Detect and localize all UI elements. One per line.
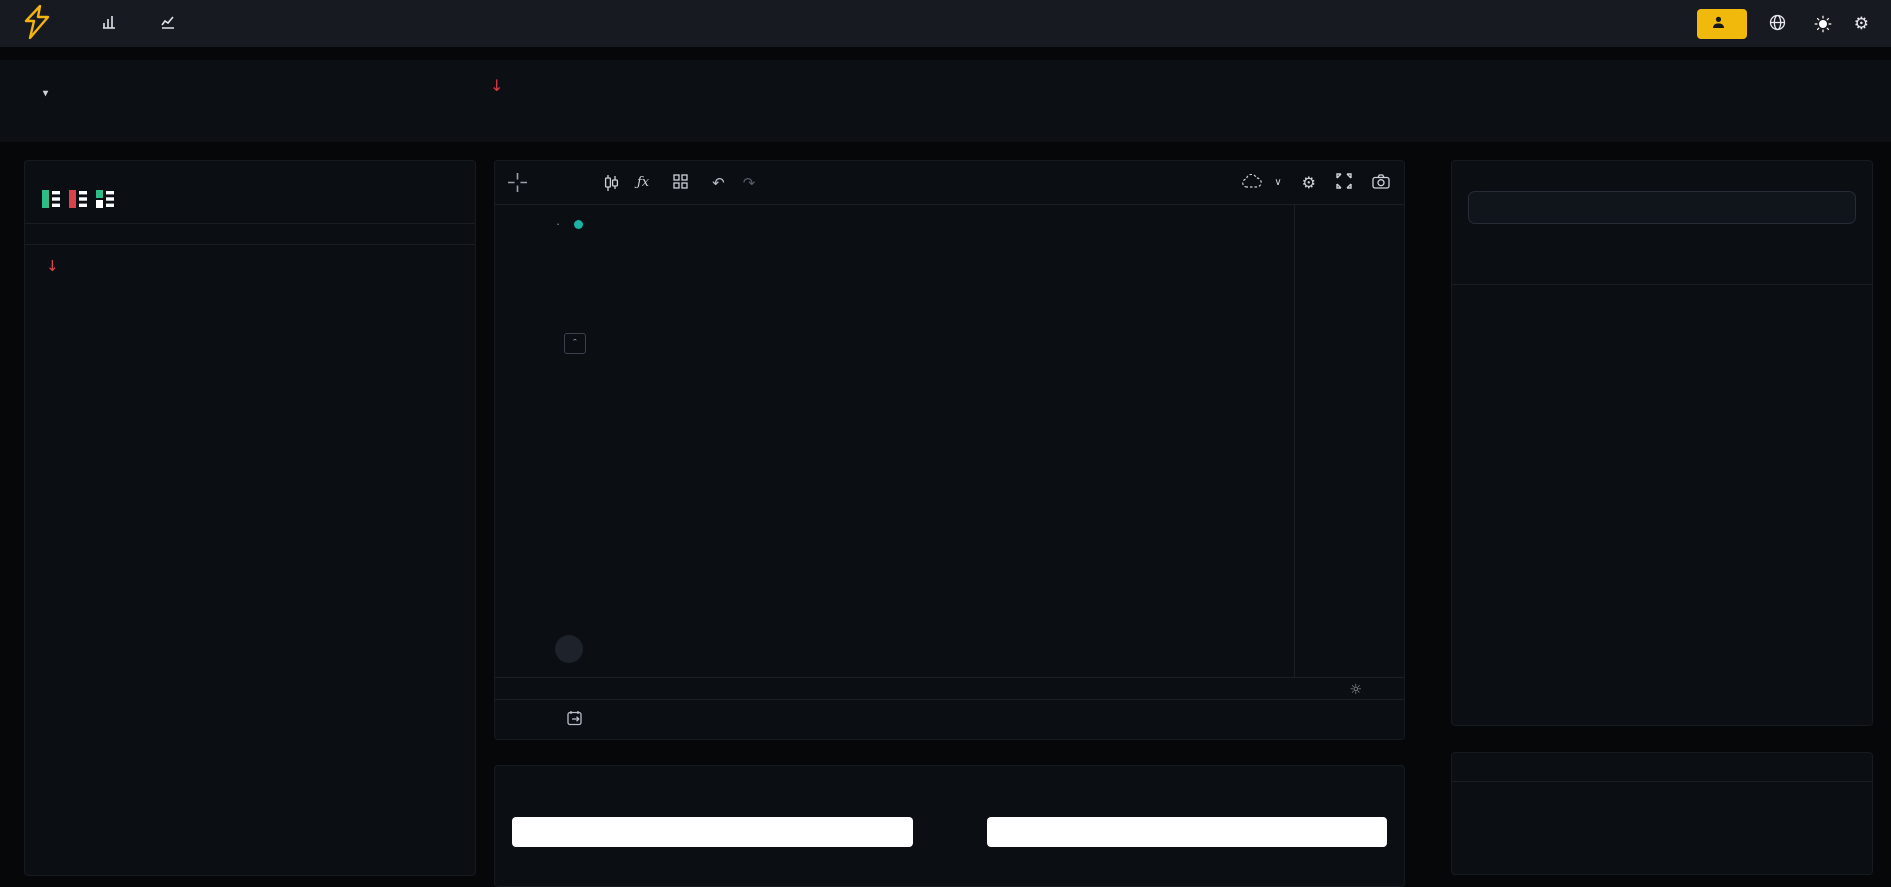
buy-total-input[interactable] [512,817,913,847]
redo-icon[interactable]: ↷ [743,174,756,192]
nav-exchange[interactable] [102,15,123,32]
view-buy-icon[interactable] [96,190,114,211]
chart-plot-area[interactable]: · ˆ [539,205,1294,677]
price-down-arrow-icon: ↓ [46,257,59,275]
theme-toggle-sun-icon[interactable] [1814,15,1832,33]
chart-bottom-bar [495,699,1404,739]
chart-settings-gear-icon[interactable]: ⚙ [1302,173,1316,192]
save-button[interactable]: ∨ [1242,174,1281,191]
drawing-toolbar [495,205,539,675]
timezone-sun-icon[interactable]: ☼ [1349,682,1362,698]
globe-icon [1769,14,1786,34]
market-trades-headers [1452,782,1872,822]
pane-collapse-button[interactable]: ˆ [564,333,586,354]
grid-icon [673,174,688,192]
order-book-panel: ↓ [24,160,476,876]
crosshair-icon[interactable] [507,173,527,193]
chevron-down-icon: ∨ [1274,177,1281,188]
indicators-button[interactable]: ƒx [637,175,655,190]
cloud-icon [1242,174,1262,191]
order-form-panel [494,765,1405,887]
nav-markets[interactable] [161,15,182,32]
chart-legend: · [549,217,1059,237]
templates-button[interactable] [673,174,694,192]
coin-list-panel [1451,160,1873,726]
chart-toolbar: ƒx ↶ ↷ ∨ ⚙ [495,161,1404,205]
chart-panel: ƒx ↶ ↷ ∨ ⚙ [494,160,1405,740]
market-trades-panel [1451,752,1873,875]
go-to-date-icon[interactable] [567,710,584,729]
top-nav: ⚙ [0,0,1891,47]
view-sell-icon[interactable] [69,190,87,211]
tradingview-logo[interactable] [555,635,583,663]
order-book-last-price: ↓ [25,245,475,285]
brand-logo[interactable] [22,5,60,42]
price-down-arrow-icon: ↓ [490,76,503,95]
person-icon [1712,16,1725,32]
camera-icon[interactable] [1372,174,1390,192]
chevron-down-icon: ▾ [43,88,48,99]
line-chart-icon [161,15,175,32]
settings-gear-icon[interactable]: ⚙ [1854,14,1869,34]
search-input[interactable] [1468,191,1856,224]
view-both-icon[interactable] [42,190,60,211]
undo-icon[interactable]: ↶ [712,174,725,192]
sell-total-input[interactable] [987,817,1388,847]
last-price-block: ↓ [490,74,503,100]
candlestick-chart [539,205,1294,677]
order-book-view-toggles [25,177,475,223]
market-trades-title [1452,753,1872,781]
buy-column [512,807,913,847]
order-book-buy-rows [25,224,475,230]
language-switcher[interactable] [1769,14,1792,34]
fx-icon: ƒx [637,175,649,190]
candle-style-icon[interactable] [603,174,619,192]
main-nav [102,15,182,32]
price-axis[interactable] [1294,205,1407,677]
order-form-tabs [495,766,1404,783]
order-book-title [25,161,475,177]
brand-lightning-icon [22,5,52,42]
pair-selector[interactable]: ▾ [36,88,48,99]
status-dot-icon [574,220,583,229]
sell-column [987,807,1388,847]
coin-list-headers [1452,224,1872,285]
order-book-column-headers [25,285,475,295]
signup-button[interactable] [1697,9,1747,39]
fullscreen-icon[interactable] [1336,173,1352,192]
market-ticker-bar: ▾ ↓ [0,60,1891,142]
bar-chart-icon [102,15,116,32]
